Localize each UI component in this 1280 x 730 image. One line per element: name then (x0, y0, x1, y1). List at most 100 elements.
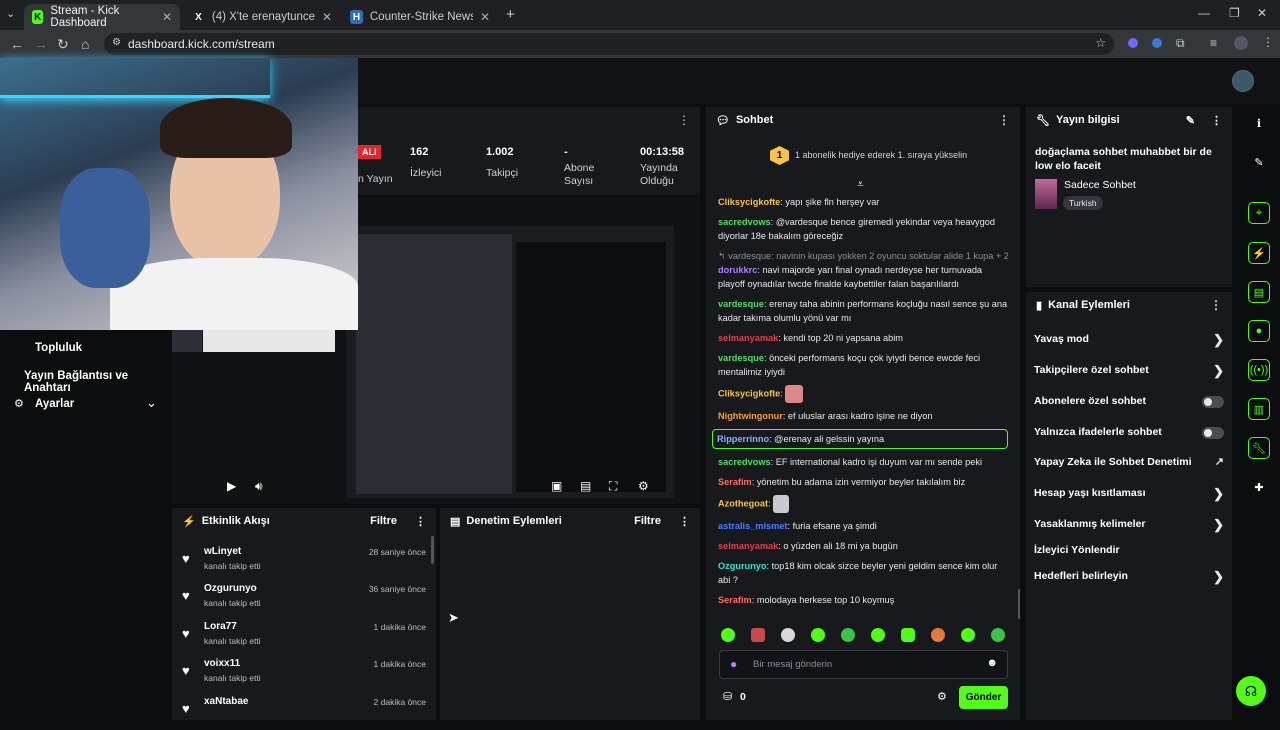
filter-button[interactable]: Filtre (634, 515, 661, 527)
action-slow-mode[interactable]: Yavaş mod ❯ (1034, 332, 1224, 349)
emote-icon[interactable] (961, 628, 975, 642)
tab-list-icon[interactable]: ⌄ (6, 7, 15, 20)
filter-button[interactable]: Filtre (370, 515, 397, 527)
broadcast-widget-icon[interactable]: ((•)) (1248, 359, 1270, 381)
extensions-puzzle-icon[interactable]: ⧉ (1176, 36, 1185, 51)
new-tab-icon[interactable]: + (506, 6, 515, 23)
emoji-icon[interactable]: ☻ (986, 657, 998, 669)
miniplayer-icon[interactable]: ▣ (551, 479, 562, 493)
fullscreen-icon[interactable]: ⛶ (609, 479, 617, 494)
more-options-icon[interactable]: ⋮ (1211, 114, 1222, 127)
settings-gear-icon[interactable]: ⚙ (638, 479, 649, 493)
emote-icon[interactable] (931, 628, 945, 642)
wrench-widget-icon[interactable]: 🔧︎ (1248, 437, 1270, 459)
moderation-widget-icon[interactable]: ▤ (1248, 281, 1270, 303)
browser-menu-icon[interactable]: ⋮ (1262, 35, 1274, 49)
maximize-icon[interactable]: ❐ (1229, 6, 1240, 20)
chat-widget-icon[interactable]: ● (1248, 320, 1270, 342)
more-options-icon[interactable]: ⋮ (679, 515, 690, 528)
close-icon[interactable]: ✕ (322, 10, 332, 24)
action-ai-moderation[interactable]: Yapay Zeka ile Sohbet Denetimi ↗ (1034, 456, 1224, 472)
window-close-icon[interactable]: ✕ (1257, 6, 1267, 20)
bookmark-star-icon[interactable]: ☆ (1095, 36, 1106, 50)
send-button[interactable]: Gönder (959, 686, 1008, 709)
home-icon[interactable]: ⌂ (81, 36, 89, 52)
wrench-icon: 🔧︎ (1036, 114, 1050, 127)
category-thumbnail[interactable] (1035, 179, 1057, 209)
more-options-icon[interactable]: ⋮ (1210, 298, 1222, 312)
more-options-icon[interactable]: ⋮ (998, 113, 1010, 127)
theater-icon[interactable]: ▤ (580, 479, 591, 493)
more-options-icon[interactable]: ⋮ (678, 113, 690, 127)
more-options-icon[interactable]: ⋮ (415, 515, 426, 528)
play-icon[interactable]: ▶ (227, 479, 236, 493)
pinned-expand-icon[interactable]: ⩡ (857, 177, 864, 192)
gift-leaderboard-text[interactable]: 1 abonelik hediye ederek 1. sıraya yükse… (795, 150, 967, 160)
stream-info-widget-icon[interactable]: ⌖ (1248, 202, 1270, 224)
sidebar-item-settings[interactable]: Ayarlar (35, 398, 74, 410)
video-content (356, 234, 512, 494)
channel-points-icon[interactable]: ⛁ (723, 690, 732, 703)
tab-x[interactable]: X (4) X'te erenaytuncel: "@Aurora ✕ (184, 4, 340, 30)
forward-icon[interactable]: → (34, 36, 48, 52)
chat-input-box[interactable]: ● Bir mesaj gönderin ☻ (719, 650, 1008, 679)
document-icon: ▤ (450, 515, 461, 528)
extension-icon[interactable] (1128, 38, 1138, 48)
chat-settings-icon[interactable]: ⚙ (937, 690, 947, 703)
support-headset-icon[interactable]: ☊ (1236, 676, 1266, 706)
close-icon[interactable]: ✕ (480, 10, 490, 24)
close-icon[interactable]: ✕ (162, 10, 172, 24)
chevron-down-icon[interactable]: ⌄ (146, 395, 157, 411)
activity-widget-icon[interactable]: ⚡ (1248, 242, 1270, 264)
emote-icon[interactable] (781, 628, 795, 642)
category-name[interactable]: Sadece Sohbet (1064, 179, 1136, 191)
action-set-goals[interactable]: Hedefleri belirleyin ❯ (1034, 569, 1224, 586)
scrollbar[interactable] (1018, 589, 1020, 619)
external-link-icon: ↗ (1214, 456, 1224, 468)
stream-video[interactable] (346, 226, 674, 498)
tab-kick-dashboard[interactable]: K Stream - Kick Dashboard ✕ (24, 4, 180, 30)
chat-message: sacredvows: @vardesque bence giremedi ye… (718, 217, 995, 241)
chat-bubble-icon: 💬︎ (716, 114, 730, 127)
emotes-only-toggle[interactable] (1202, 427, 1224, 439)
user-avatar[interactable] (1232, 70, 1254, 92)
back-icon[interactable]: ← (10, 36, 24, 52)
edit-pencil-icon[interactable]: ✎ (1248, 151, 1270, 173)
emote-icon[interactable] (871, 628, 885, 642)
media-control-icon[interactable]: ≡ (1210, 36, 1217, 50)
language-tag[interactable]: Turkish (1063, 196, 1103, 210)
emote-icon[interactable] (991, 628, 1005, 642)
stream-info-panel: 🔧︎ Yayın bilgisi ✎ ⋮ doğaçlama sohbet mu… (1026, 107, 1232, 287)
site-info-icon[interactable]: ⚙ (112, 37, 121, 48)
emote-icon[interactable] (751, 628, 765, 642)
action-account-age[interactable]: Hesap yaşı kısıtlaması ❯ (1034, 486, 1224, 503)
address-bar-row: ← → ↻ ⌂ ⚙ dashboard.kick.com/stream ☆ ⧉ … (0, 30, 1280, 58)
emote-icon[interactable] (841, 628, 855, 642)
heart-icon: ♥ (182, 663, 190, 678)
profile-avatar[interactable] (1234, 36, 1248, 50)
reload-icon[interactable]: ↻ (57, 36, 69, 53)
emote-icon[interactable] (811, 628, 825, 642)
streamer-hair (160, 98, 292, 158)
add-widget-icon[interactable]: ✚ (1248, 476, 1270, 498)
emote-icon[interactable] (901, 628, 915, 642)
edit-pencil-icon[interactable]: ✎ (1186, 114, 1195, 127)
hltv-icon: H (350, 10, 363, 24)
microphone-icon[interactable]: ● (730, 657, 737, 671)
chevron-right-icon: ❯ (1213, 363, 1224, 378)
url-field[interactable]: ⚙ dashboard.kick.com/stream ☆ (104, 33, 1114, 55)
action-redirect-viewers[interactable]: İzleyici Yönlendir (1034, 544, 1224, 560)
info-icon[interactable]: ℹ (1248, 112, 1270, 134)
action-banned-words[interactable]: Yasaklanmış kelimeler ❯ (1034, 517, 1224, 534)
chat-message: vardesque: önceki performans koçu çok iy… (718, 353, 980, 377)
emote-icon[interactable] (721, 628, 735, 642)
sidebar-item-stream-key[interactable]: Yayın Bağlantısı ve Anahtarı (24, 370, 170, 394)
tab-hltv[interactable]: H Counter-Strike News & Coverag ✕ (342, 4, 498, 30)
volume-icon[interactable]: 🔊︎ (255, 479, 263, 494)
sidebar-item-topluluk[interactable]: Topluluk (35, 342, 82, 354)
extension-icon[interactable] (1152, 38, 1162, 48)
subscribers-only-toggle[interactable] (1202, 396, 1224, 408)
action-followers-only[interactable]: Takipçilere özel sohbet ❯ (1034, 363, 1224, 380)
layout-widget-icon[interactable]: ▥ (1248, 398, 1270, 420)
minimize-icon[interactable]: — (1198, 6, 1210, 20)
